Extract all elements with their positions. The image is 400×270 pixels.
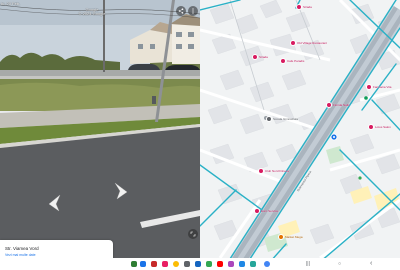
address-title: Str. Viamea Vord — [5, 246, 39, 251]
more-vert-icon — [192, 8, 194, 14]
poi-label: Market Mega — [285, 234, 303, 239]
maps-app-icon[interactable] — [206, 261, 212, 267]
share-button[interactable] — [176, 6, 186, 16]
map-panel[interactable]: Strada Strada Old Village Restaurant Caf… — [200, 0, 400, 258]
map-poi[interactable]: Strada — [296, 4, 312, 10]
youtube-app-icon[interactable] — [217, 261, 223, 267]
taskbar: ||| ○ ‹ — [0, 258, 400, 270]
navigate-back-arrow-icon[interactable] — [46, 194, 64, 212]
google-app-icon[interactable] — [264, 261, 270, 267]
map-poi[interactable]: Florida Nails — [326, 102, 350, 108]
poi-label: Euro Service — [261, 208, 279, 213]
map-poi[interactable]: Old Village Restaurant — [290, 40, 327, 46]
map-poi[interactable]: Farmacia Vita — [366, 84, 391, 90]
gallery-app-icon[interactable] — [162, 261, 168, 267]
expand-button[interactable] — [188, 229, 198, 239]
phone-app-icon[interactable] — [131, 261, 137, 267]
home-button[interactable]: ○ — [338, 261, 341, 267]
poi-pin-icon — [252, 54, 258, 60]
poi-pin-icon — [254, 208, 260, 214]
street-view-panel[interactable]: Iu. 20 Feb. Google © 2024 Google Str. Vi… — [0, 0, 200, 270]
poi-label: Cafe Paradis — [287, 58, 305, 63]
poi-pin-icon — [280, 58, 286, 64]
calendar-app-icon[interactable] — [239, 261, 245, 267]
chrome-app-icon[interactable] — [173, 261, 179, 267]
poi-pin-icon — [326, 102, 332, 108]
poi-label: Farmacia Vita — [373, 84, 392, 89]
map-poi[interactable]: Market Mega — [278, 234, 303, 240]
clock-app-icon[interactable] — [250, 261, 256, 267]
map-poi[interactable]: Cafe Paradis — [280, 58, 304, 64]
capture-date: Iu. 20 Feb. — [1, 1, 21, 6]
poi-label: Lotus Salon — [375, 124, 391, 129]
expand-icon — [190, 231, 196, 237]
poi-label: Strada — [259, 54, 268, 59]
poi-label: Scoala Gimnaziala — [273, 116, 299, 121]
navigate-forward-arrow-icon[interactable] — [112, 182, 130, 200]
map-poi[interactable]: Club Nord Fitness — [258, 168, 289, 174]
caption-line-2: © 2024 Google — [78, 11, 106, 16]
share-icon — [178, 8, 184, 14]
poi-label: Florida Nails — [333, 102, 350, 107]
poi-pin-icon — [258, 168, 264, 174]
more-options-button[interactable] — [188, 6, 198, 16]
back-button[interactable]: ‹ — [370, 260, 372, 267]
poi-pin-icon — [296, 4, 302, 10]
poi-pin-icon — [366, 84, 372, 90]
street-view-caption: Google © 2024 Google — [52, 8, 132, 16]
address-details-link[interactable]: Vezi mai multe date — [5, 253, 36, 257]
map-poi[interactable]: Lotus Salon — [368, 124, 391, 130]
camera-app-icon[interactable] — [151, 261, 157, 267]
recents-button[interactable]: ||| — [306, 261, 310, 267]
photos-app-icon[interactable] — [228, 261, 234, 267]
poi-pin-icon — [290, 40, 296, 46]
poi-pin-icon — [278, 234, 284, 240]
map-poi[interactable]: Scoala Gimnaziala — [266, 116, 298, 122]
poi-label: Strada — [303, 4, 312, 9]
settings-app-icon[interactable] — [184, 261, 190, 267]
messages-app-icon[interactable] — [140, 261, 146, 267]
street-view-scene[interactable] — [0, 0, 200, 270]
poi-pin-icon — [368, 124, 374, 130]
store-app-icon[interactable] — [195, 261, 201, 267]
poi-label: Club Nord Fitness — [265, 168, 290, 173]
map-poi[interactable]: Strada — [252, 54, 268, 60]
map-poi[interactable]: Euro Service — [254, 208, 278, 214]
poi-label: Old Village Restaurant — [297, 40, 327, 45]
poi-pin-icon — [266, 116, 272, 122]
